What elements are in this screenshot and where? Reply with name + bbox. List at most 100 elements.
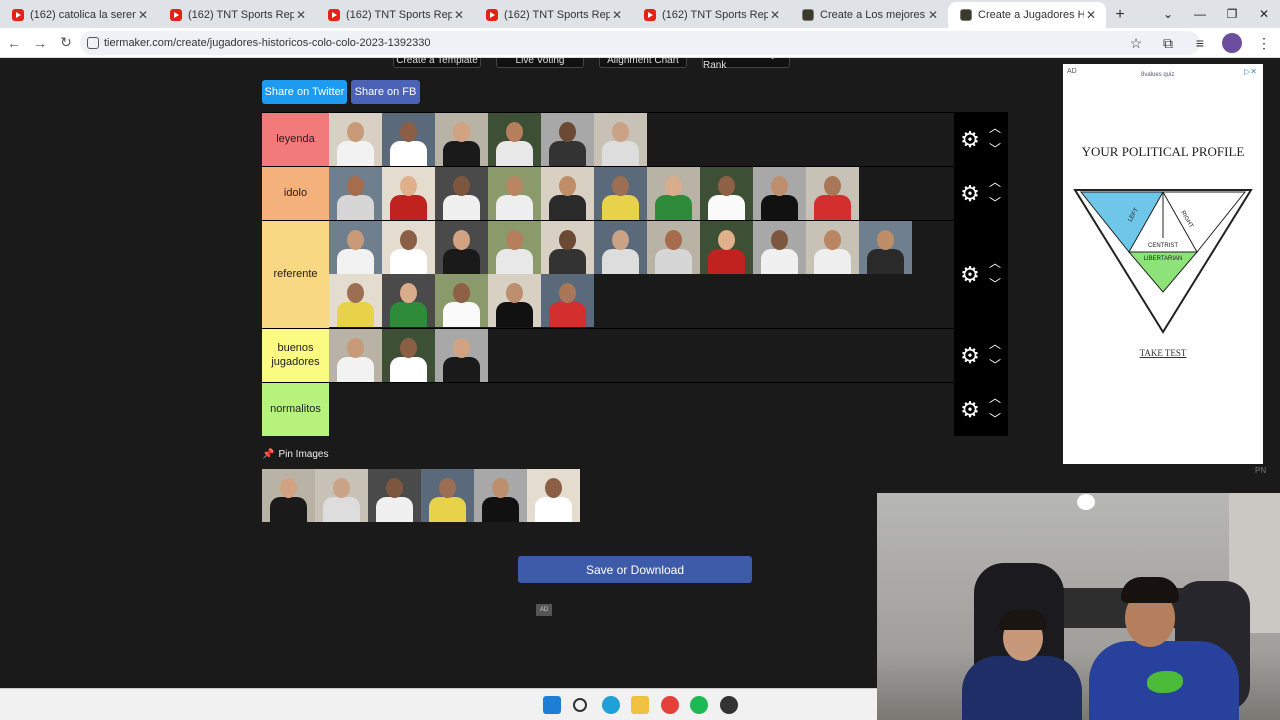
player-thumbnail[interactable]: [806, 221, 859, 274]
community-rank-button[interactable]: New Community Rank: [702, 58, 790, 71]
chevron-up-icon[interactable]: ︿: [988, 338, 1002, 350]
player-thumbnail[interactable]: [329, 167, 382, 220]
tab-search-icon[interactable]: ⌄: [1152, 0, 1184, 28]
player-thumbnail[interactable]: [700, 167, 753, 220]
tier-label[interactable]: leyenda: [262, 113, 329, 166]
media-icon[interactable]: ≡: [1190, 33, 1210, 53]
ad-close-icon[interactable]: ▷✕: [1244, 67, 1257, 76]
player-thumbnail[interactable]: [488, 274, 541, 327]
player-thumbnail[interactable]: [329, 329, 382, 382]
player-thumbnail[interactable]: [262, 469, 315, 522]
close-tab-icon[interactable]: ✕: [452, 8, 466, 22]
player-thumbnail[interactable]: [647, 167, 700, 220]
player-thumbnail[interactable]: [382, 329, 435, 382]
player-thumbnail[interactable]: [594, 113, 647, 166]
player-thumbnail[interactable]: [421, 469, 474, 522]
browser-tab[interactable]: (162) TNT Sports Replay | Cobr✕: [632, 2, 790, 28]
close-tab-icon[interactable]: ✕: [1084, 8, 1098, 22]
chevron-up-icon[interactable]: ︿: [988, 257, 1002, 269]
player-thumbnail[interactable]: [382, 221, 435, 274]
player-thumbnail[interactable]: [435, 167, 488, 220]
live-voting-button[interactable]: Live Voting: [496, 58, 584, 68]
player-thumbnail[interactable]: [859, 221, 912, 274]
player-thumbnail[interactable]: [474, 469, 527, 522]
tier-items[interactable]: [329, 221, 954, 328]
edge-icon[interactable]: [602, 696, 620, 714]
political-profile-ad[interactable]: AD 8values quiz ▷✕ YOUR POLITICAL PROFIL…: [1063, 64, 1263, 464]
close-tab-icon[interactable]: ✕: [136, 8, 150, 22]
gear-icon[interactable]: ⚙: [958, 397, 982, 422]
player-thumbnail[interactable]: [541, 167, 594, 220]
create-template-button[interactable]: Create a Template: [393, 58, 481, 68]
tier-label[interactable]: referente: [262, 221, 329, 328]
player-thumbnail[interactable]: [488, 221, 541, 274]
gear-icon[interactable]: ⚙: [958, 343, 982, 368]
player-thumbnail[interactable]: [753, 167, 806, 220]
chevron-up-icon[interactable]: ︿: [988, 176, 1002, 188]
player-thumbnail[interactable]: [594, 221, 647, 274]
player-thumbnail[interactable]: [541, 221, 594, 274]
player-thumbnail[interactable]: [753, 221, 806, 274]
player-thumbnail[interactable]: [368, 469, 421, 522]
player-thumbnail[interactable]: [594, 167, 647, 220]
player-thumbnail[interactable]: [541, 274, 594, 327]
gear-icon[interactable]: ⚙: [958, 262, 982, 287]
restore-icon[interactable]: ❐: [1216, 0, 1248, 28]
browser-tab[interactable]: (162) TNT Sports Replay: Unive✕: [316, 2, 474, 28]
player-thumbnail[interactable]: [329, 221, 382, 274]
take-test-link[interactable]: TAKE TEST: [1063, 348, 1263, 358]
player-thumbnail[interactable]: [435, 329, 488, 382]
obs-icon[interactable]: [720, 696, 738, 714]
player-thumbnail[interactable]: [435, 221, 488, 274]
chevron-down-icon[interactable]: ﹀: [988, 197, 1002, 209]
browser-tab[interactable]: (162) TNT Sports Replay | Unive✕: [474, 2, 632, 28]
share-twitter-button[interactable]: Share on Twitter: [262, 80, 347, 104]
browser-tab[interactable]: Create a Los mejores jugadore✕: [790, 2, 948, 28]
tier-label[interactable]: buenos jugadores: [262, 329, 329, 382]
player-thumbnail[interactable]: [541, 113, 594, 166]
player-thumbnail[interactable]: [382, 113, 435, 166]
reload-icon[interactable]: ↻: [54, 31, 78, 55]
chevron-up-icon[interactable]: ︿: [988, 392, 1002, 404]
chevron-down-icon[interactable]: ﹀: [988, 278, 1002, 290]
tier-label[interactable]: normalitos: [262, 383, 329, 436]
tier-items[interactable]: [329, 329, 954, 382]
profile-avatar[interactable]: [1222, 33, 1242, 53]
minimize-icon[interactable]: —: [1184, 0, 1216, 28]
tier-items[interactable]: [329, 167, 954, 220]
browser-tab[interactable]: (162) catolica la serena - YouTu✕: [0, 2, 158, 28]
bookmark-star-icon[interactable]: ☆: [1126, 33, 1146, 53]
share-fb-button[interactable]: Share on FB: [351, 80, 420, 104]
close-tab-icon[interactable]: ✕: [926, 8, 940, 22]
spotify-icon[interactable]: [690, 696, 708, 714]
tier-label[interactable]: idolo: [262, 167, 329, 220]
address-bar[interactable]: tiermaker.com/create/jugadores-historico…: [80, 31, 1200, 55]
back-icon[interactable]: ←: [2, 31, 26, 55]
player-thumbnail[interactable]: [329, 274, 382, 327]
player-thumbnail[interactable]: [382, 167, 435, 220]
alignment-chart-button[interactable]: Alignment Chart: [599, 58, 687, 68]
extensions-icon[interactable]: ⧉: [1158, 33, 1178, 53]
gear-icon[interactable]: ⚙: [958, 181, 982, 206]
player-thumbnail[interactable]: [488, 167, 541, 220]
close-tab-icon[interactable]: ✕: [610, 8, 624, 22]
chrome-icon[interactable]: [661, 696, 679, 714]
close-tab-icon[interactable]: ✕: [768, 8, 782, 22]
start-icon[interactable]: [543, 696, 561, 714]
site-info-icon[interactable]: [87, 37, 99, 49]
player-thumbnail[interactable]: [700, 221, 753, 274]
browser-tab[interactable]: (162) TNT Sports Replay | Depo✕: [158, 2, 316, 28]
file-explorer-icon[interactable]: [631, 696, 649, 714]
player-thumbnail[interactable]: [435, 274, 488, 327]
chevron-down-icon[interactable]: ﹀: [988, 359, 1002, 371]
player-thumbnail[interactable]: [435, 113, 488, 166]
player-thumbnail[interactable]: [806, 167, 859, 220]
gear-icon[interactable]: ⚙: [958, 127, 982, 152]
close-window-icon[interactable]: ✕: [1248, 0, 1280, 28]
player-thumbnail[interactable]: [488, 113, 541, 166]
menu-icon[interactable]: ⋮: [1254, 33, 1274, 53]
browser-tab[interactable]: Create a Jugadores Historicos C✕: [948, 2, 1106, 28]
chevron-down-icon[interactable]: ﹀: [988, 143, 1002, 155]
tier-items[interactable]: [329, 113, 954, 166]
pin-images-label[interactable]: 📌 Pin Images: [262, 449, 328, 460]
